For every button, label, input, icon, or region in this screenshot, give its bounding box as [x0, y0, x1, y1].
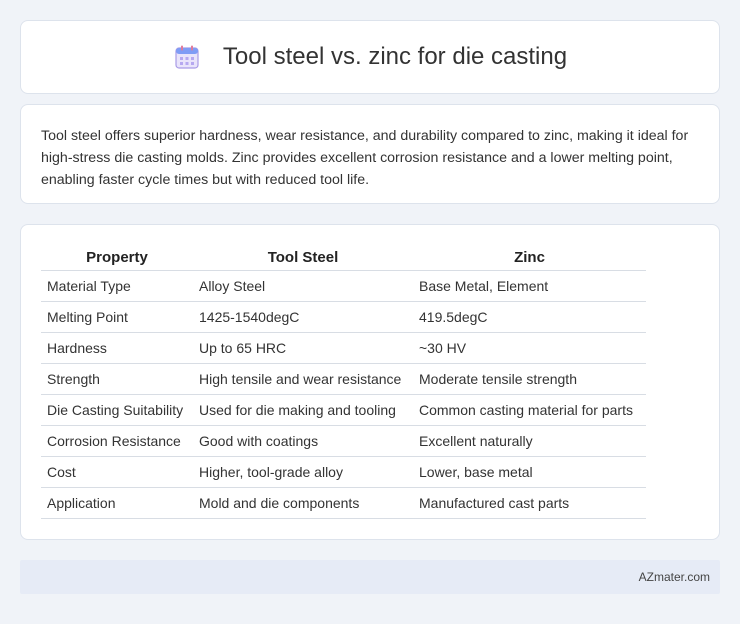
- cell-zinc: ~30 HV: [413, 332, 646, 364]
- cell-tool-steel: Used for die making and tooling: [193, 394, 413, 426]
- cell-property: Corrosion Resistance: [41, 425, 193, 457]
- cell-property: Hardness: [41, 332, 193, 364]
- cell-property: Die Casting Suitability: [41, 394, 193, 426]
- page-title: Tool steel vs. zinc for die casting: [222, 43, 568, 70]
- comparison-table: Property Tool Steel Zinc Material Type A…: [41, 247, 646, 519]
- description-text: Tool steel offers superior hardness, wea…: [41, 128, 689, 188]
- cell-tool-steel: Good with coatings: [193, 425, 413, 457]
- cell-zinc: Moderate tensile strength: [413, 363, 646, 395]
- cell-zinc: Common casting material for parts: [413, 394, 646, 426]
- source-label: AZmater.com: [638, 570, 710, 584]
- table-row: Strength High tensile and wear resistanc…: [41, 363, 646, 395]
- cell-tool-steel: Mold and die components: [193, 487, 413, 519]
- header-tool-steel: Tool Steel: [193, 247, 413, 271]
- table-row: Hardness Up to 65 HRC ~30 HV: [41, 332, 646, 364]
- cell-tool-steel: Up to 65 HRC: [193, 332, 413, 364]
- table-row: Material Type Alloy Steel Base Metal, El…: [41, 270, 646, 302]
- title-card: Tool steel vs. zinc for die casting: [20, 20, 720, 94]
- header-property: Property: [41, 247, 193, 271]
- footer: AZmater.com: [20, 560, 720, 594]
- table-row: Application Mold and die components Manu…: [41, 487, 646, 519]
- cell-property: Melting Point: [41, 301, 193, 333]
- cell-zinc: 419.5degC: [413, 301, 646, 333]
- calendar-icon: [173, 43, 201, 71]
- description-card: Tool steel offers superior hardness, wea…: [20, 104, 720, 204]
- cell-zinc: Manufactured cast parts: [413, 487, 646, 519]
- table-row: Melting Point 1425-1540degC 419.5degC: [41, 301, 646, 333]
- comparison-card: Property Tool Steel Zinc Material Type A…: [20, 224, 720, 540]
- cell-property: Material Type: [41, 270, 193, 302]
- cell-zinc: Excellent naturally: [413, 425, 646, 457]
- cell-zinc: Lower, base metal: [413, 456, 646, 488]
- cell-property: Strength: [41, 363, 193, 395]
- header-zinc: Zinc: [413, 247, 646, 271]
- table-row: Corrosion Resistance Good with coatings …: [41, 425, 646, 457]
- cell-tool-steel: Higher, tool-grade alloy: [193, 456, 413, 488]
- cell-tool-steel: 1425-1540degC: [193, 301, 413, 333]
- title-row: Tool steel vs. zinc for die casting: [21, 21, 719, 93]
- cell-tool-steel: Alloy Steel: [193, 270, 413, 302]
- cell-property: Cost: [41, 456, 193, 488]
- cell-tool-steel: High tensile and wear resistance: [193, 363, 413, 395]
- table-row: Cost Higher, tool-grade alloy Lower, bas…: [41, 456, 646, 488]
- table-row: Die Casting Suitability Used for die mak…: [41, 394, 646, 426]
- cell-property: Application: [41, 487, 193, 519]
- table-header-row: Property Tool Steel Zinc: [41, 247, 646, 271]
- cell-zinc: Base Metal, Element: [413, 270, 646, 302]
